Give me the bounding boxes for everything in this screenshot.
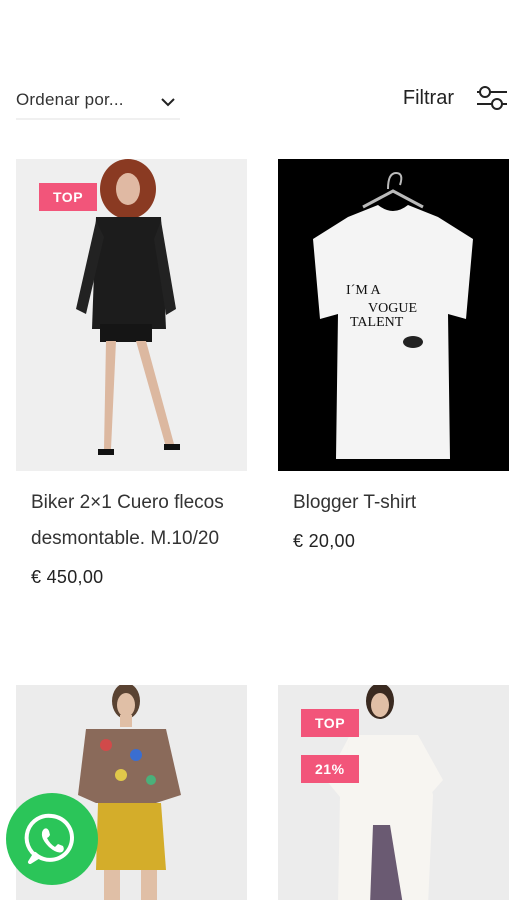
product-price: € 450,00	[31, 567, 104, 587]
filter-label: Filtrar	[402, 86, 454, 109]
tshirt-print-line-3: TALENT	[350, 315, 404, 330]
product-photo-tshirt: I´M A VOGUE TALENT	[278, 159, 509, 471]
product-image[interactable]: TOP	[16, 159, 247, 471]
catalog-toolbar: Ordenar por... Filtrar	[16, 84, 508, 124]
whatsapp-chat-button[interactable]	[6, 793, 98, 885]
discount-badge: 21%	[301, 755, 359, 783]
tshirt-print-line-2: VOGUE	[368, 301, 417, 316]
sort-dropdown[interactable]: Ordenar por...	[16, 86, 180, 120]
product-image[interactable]: TOP 21%	[278, 685, 509, 900]
whatsapp-icon	[24, 813, 74, 864]
top-badge: TOP	[39, 183, 98, 211]
product-title[interactable]: Biker 2×1 Cuero flecos desmontable. M.10…	[16, 485, 247, 557]
product-card[interactable]: TOP Biker 2×1 Cuero flecos desmontable. …	[16, 159, 247, 588]
sliders-icon	[477, 86, 507, 110]
chevron-down-icon	[161, 98, 175, 107]
product-card[interactable]: TOP 21%	[278, 685, 509, 900]
product-card[interactable]: I´M A VOGUE TALENT Blogger T-shirt € 20,…	[278, 159, 509, 552]
product-title[interactable]: Blogger T-shirt	[278, 485, 509, 521]
sort-label: Ordenar por...	[16, 90, 124, 109]
top-badge: TOP	[301, 709, 360, 737]
product-price: € 20,00	[293, 531, 356, 551]
product-image[interactable]: I´M A VOGUE TALENT	[278, 159, 509, 471]
filter-button[interactable]: Filtrar	[403, 84, 508, 112]
tshirt-print-line-1: I´M A	[346, 283, 382, 298]
